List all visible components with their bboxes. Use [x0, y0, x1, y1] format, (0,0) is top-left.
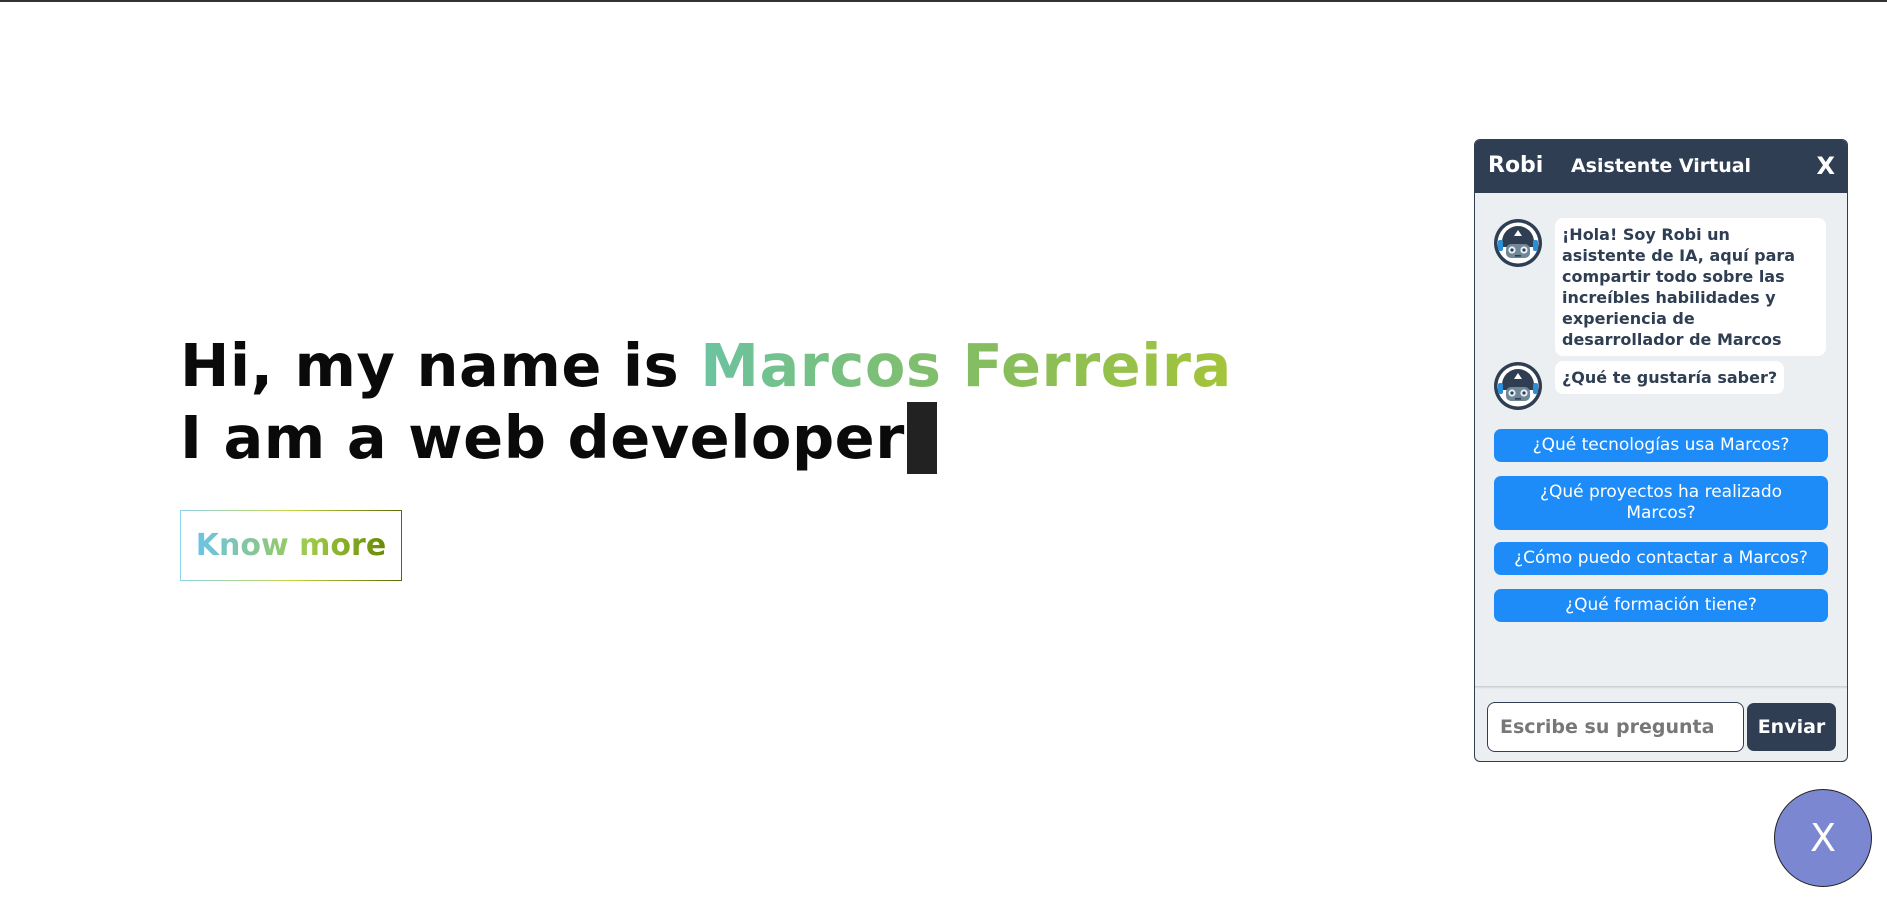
- know-more-button[interactable]: Know more: [180, 510, 402, 581]
- robot-icon: [1494, 362, 1542, 410]
- robot-icon: [1494, 219, 1542, 267]
- chat-widget: Robi Asistente Virtual X ¡Hola! Soy Robi…: [1474, 139, 1848, 762]
- top-border: [0, 0, 1887, 2]
- hero-greeting: Hi, my name is Marcos Ferreira: [180, 330, 1232, 402]
- chat-option-button[interactable]: ¿Qué proyectos ha realizado Marcos?: [1494, 476, 1828, 530]
- chat-title: Asistente Virtual: [1570, 155, 1752, 177]
- chat-message: ¡Hola! Soy Robi un asistente de IA, aquí…: [1493, 218, 1826, 356]
- send-button[interactable]: Enviar: [1747, 703, 1836, 751]
- typed-text: I am a web developer: [180, 403, 905, 472]
- chat-close-button[interactable]: X: [1816, 152, 1835, 180]
- chat-option-button[interactable]: ¿Qué tecnologías usa Marcos?: [1494, 429, 1828, 462]
- hero-typed-line: I am a web developer: [180, 402, 1232, 474]
- chat-option-button[interactable]: ¿Cómo puedo contactar a Marcos?: [1494, 542, 1828, 575]
- chat-header: Robi Asistente Virtual X: [1475, 140, 1847, 193]
- developer-name: Marcos Ferreira: [700, 331, 1232, 400]
- chat-toggle-button[interactable]: X: [1774, 789, 1872, 887]
- typing-cursor: [906, 402, 937, 474]
- chat-message: ¿Qué te gustaría saber?: [1493, 361, 1785, 411]
- chat-bubble: ¿Qué te gustaría saber?: [1555, 361, 1785, 394]
- greeting-prefix: Hi, my name is: [180, 331, 701, 400]
- hero-text: Hi, my name is Marcos Ferreira I am a we…: [180, 330, 1232, 474]
- chat-option-button[interactable]: ¿Qué formación tiene?: [1494, 589, 1828, 622]
- chat-bubble: ¡Hola! Soy Robi un asistente de IA, aquí…: [1555, 218, 1826, 356]
- know-more-label: Know more: [195, 528, 387, 563]
- chat-question-input[interactable]: [1487, 702, 1744, 752]
- chat-divider: [1475, 686, 1847, 689]
